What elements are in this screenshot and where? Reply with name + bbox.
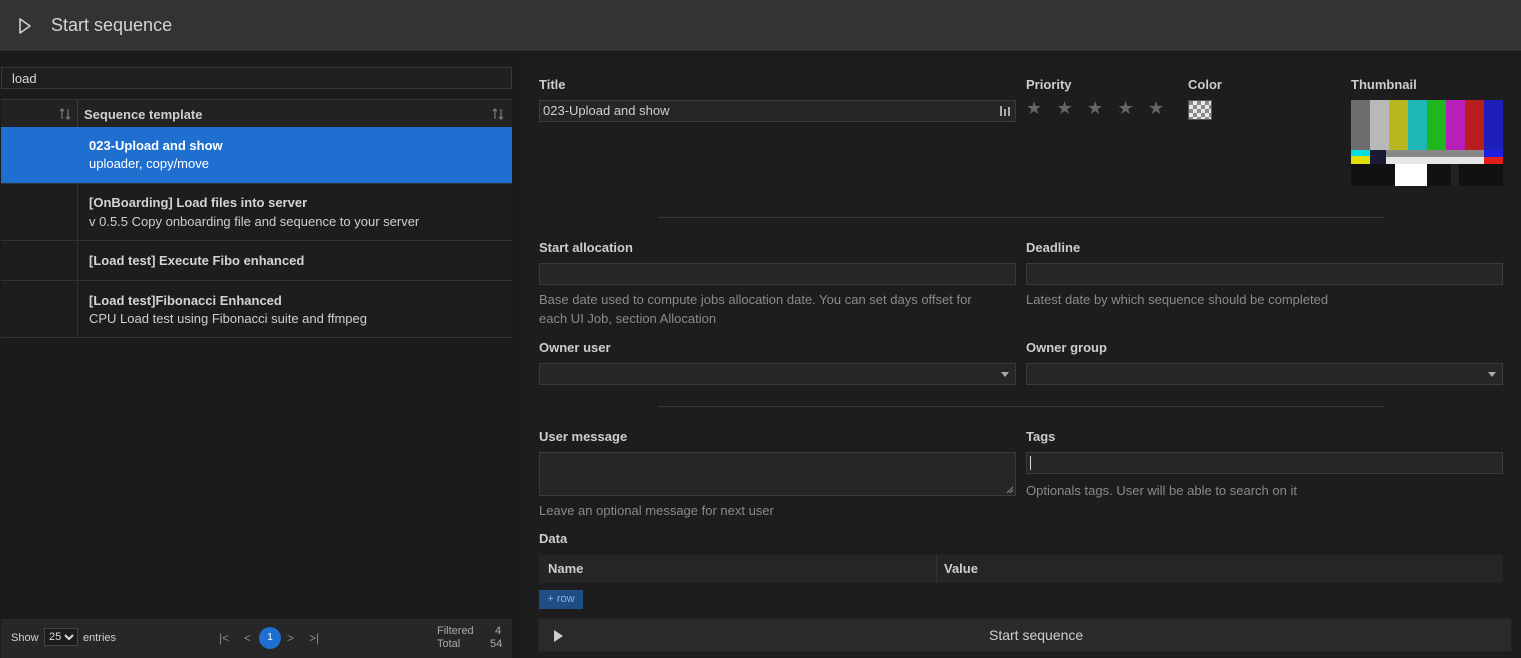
current-page-button[interactable]: 1 <box>259 627 281 649</box>
play-icon <box>554 630 563 642</box>
column-header-empty[interactable] <box>1 100 78 128</box>
owner-user-select[interactable] <box>539 363 1016 385</box>
data-label: Data <box>539 531 568 546</box>
deadline-hint: Latest date by which sequence should be … <box>1026 292 1329 307</box>
hint-line: Base date used to compute jobs allocatio… <box>539 292 972 307</box>
text-cursor <box>1030 456 1031 470</box>
deadline-field[interactable] <box>1026 263 1503 285</box>
sort-icon[interactable] <box>492 108 504 120</box>
total-label: Total <box>437 638 461 650</box>
divider <box>658 217 1383 218</box>
row-cell <box>1 241 78 280</box>
resize-handle-icon[interactable] <box>1006 486 1014 494</box>
page-title: Start sequence <box>51 15 173 35</box>
tags-input[interactable] <box>1026 452 1503 474</box>
template-rows: 023-Upload and show uploader, copy/move … <box>1 127 512 338</box>
row-desc: v 0.5.5 Copy onboarding file and sequenc… <box>89 214 420 229</box>
title-field[interactable]: 023-Upload and show <box>539 100 1016 122</box>
page-size-select[interactable]: 25 <box>44 628 78 646</box>
user-message-label: User message <box>539 429 628 444</box>
divider <box>658 406 1383 407</box>
play-icon[interactable] <box>18 17 32 35</box>
column-header-sequence-template[interactable]: Sequence template <box>84 107 203 122</box>
row-name: [OnBoarding] Load files into server <box>89 195 308 210</box>
tags-label: Tags <box>1026 429 1056 444</box>
start-allocation-hint: Base date used to compute jobs allocatio… <box>539 290 972 328</box>
last-page-button[interactable]: >| <box>309 631 319 645</box>
thumbnail-label: Thumbnail <box>1351 77 1417 92</box>
tags-hint: Optionals tags. User will be able to sea… <box>1026 483 1297 498</box>
column-divider <box>936 555 937 583</box>
row-name: [Load test] Execute Fibo enhanced <box>89 253 305 268</box>
thumbnail-image[interactable] <box>1351 100 1503 186</box>
hint-line: each UI Job, section Allocation <box>539 311 717 326</box>
data-table-header: Name Value <box>539 555 1503 583</box>
start-sequence-label: Start sequence <box>989 627 1084 643</box>
row-name: [Load test]Fibonacci Enhanced <box>89 293 282 308</box>
row-cell <box>1 127 78 183</box>
add-row-button[interactable]: + row <box>539 590 583 609</box>
table-row[interactable]: [OnBoarding] Load files into server v 0.… <box>1 184 512 241</box>
table-row[interactable]: [Load test] Execute Fibo enhanced <box>1 241 512 281</box>
color-label: Color <box>1188 77 1222 92</box>
row-name: 023-Upload and show <box>89 138 223 153</box>
filtered-count: 4 <box>495 625 502 637</box>
table-header: Sequence template <box>1 99 512 128</box>
start-allocation-field[interactable] <box>539 263 1016 285</box>
owner-group-select[interactable] <box>1026 363 1503 385</box>
total-count: 54 <box>490 638 503 650</box>
star-icon[interactable]: ★ <box>1118 98 1134 119</box>
row-desc: uploader, copy/move <box>89 156 209 171</box>
start-sequence-button[interactable]: Start sequence <box>538 618 1512 652</box>
filtered-label: Filtered <box>437 625 474 637</box>
first-page-button[interactable]: |< <box>219 631 229 645</box>
column-header-value[interactable]: Value <box>944 561 978 576</box>
sort-icon[interactable] <box>59 108 71 120</box>
template-list-pane: Sequence template 023-Upload and show up… <box>0 62 516 658</box>
sequence-form: Title 023-Upload and show Priority ★ ★ ★ ★ ★… <box>522 62 1521 658</box>
table-footer: Show 25 entries |< < 1 > >| Filtered 4 T… <box>1 619 512 658</box>
deadline-label: Deadline <box>1026 240 1081 255</box>
owner-user-label: Owner user <box>539 340 611 355</box>
column-header-name[interactable]: Name <box>548 561 583 576</box>
show-label: Show <box>11 632 39 644</box>
row-desc: CPU Load test using Fibonacci suite and … <box>89 311 367 326</box>
star-icon[interactable]: ★ <box>1057 98 1073 119</box>
color-swatch[interactable] <box>1188 100 1212 120</box>
user-message-textarea[interactable] <box>539 452 1016 496</box>
search-input[interactable] <box>1 67 512 89</box>
table-row[interactable]: 023-Upload and show uploader, copy/move <box>1 127 512 184</box>
entries-label: entries <box>83 632 117 644</box>
star-icon[interactable]: ★ <box>1026 98 1042 119</box>
start-allocation-label: Start allocation <box>539 240 633 255</box>
prev-page-button[interactable]: < <box>244 631 251 645</box>
app-header: Start sequence <box>0 0 1521 52</box>
owner-group-label: Owner group <box>1026 340 1107 355</box>
text-format-icon[interactable] <box>999 104 1011 118</box>
title-label: Title <box>539 77 566 92</box>
chevron-down-icon[interactable] <box>1001 372 1009 377</box>
chevron-down-icon[interactable] <box>1488 372 1496 377</box>
user-message-hint: Leave an optional message for next user <box>539 503 774 518</box>
star-icon[interactable]: ★ <box>1087 98 1103 119</box>
priority-label: Priority <box>1026 77 1072 92</box>
star-icon[interactable]: ★ <box>1148 98 1164 119</box>
table-row[interactable]: [Load test]Fibonacci Enhanced CPU Load t… <box>1 281 512 338</box>
row-cell <box>1 184 78 240</box>
row-cell <box>1 281 78 337</box>
next-page-button[interactable]: > <box>287 631 294 645</box>
